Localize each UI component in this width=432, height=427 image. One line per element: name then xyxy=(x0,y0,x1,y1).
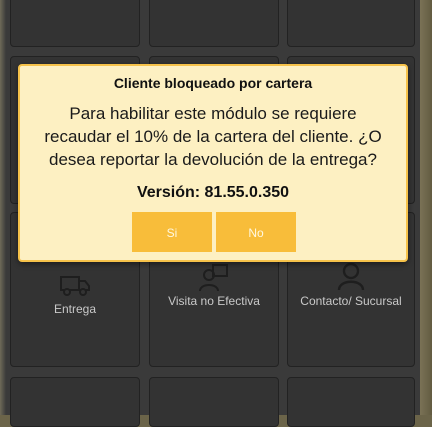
blocked-client-dialog: Cliente bloqueado por cartera Para habil… xyxy=(18,64,408,262)
version-label: Versión: 81.55.0.350 xyxy=(136,184,290,201)
dialog-message: Para habilitar este módulo se requiere r… xyxy=(44,104,382,169)
no-button[interactable]: No xyxy=(216,212,296,252)
dialog-title: Cliente bloqueado por cartera xyxy=(113,75,313,91)
yes-button[interactable]: Si xyxy=(132,212,212,252)
scrollbar-track[interactable] xyxy=(420,0,432,415)
